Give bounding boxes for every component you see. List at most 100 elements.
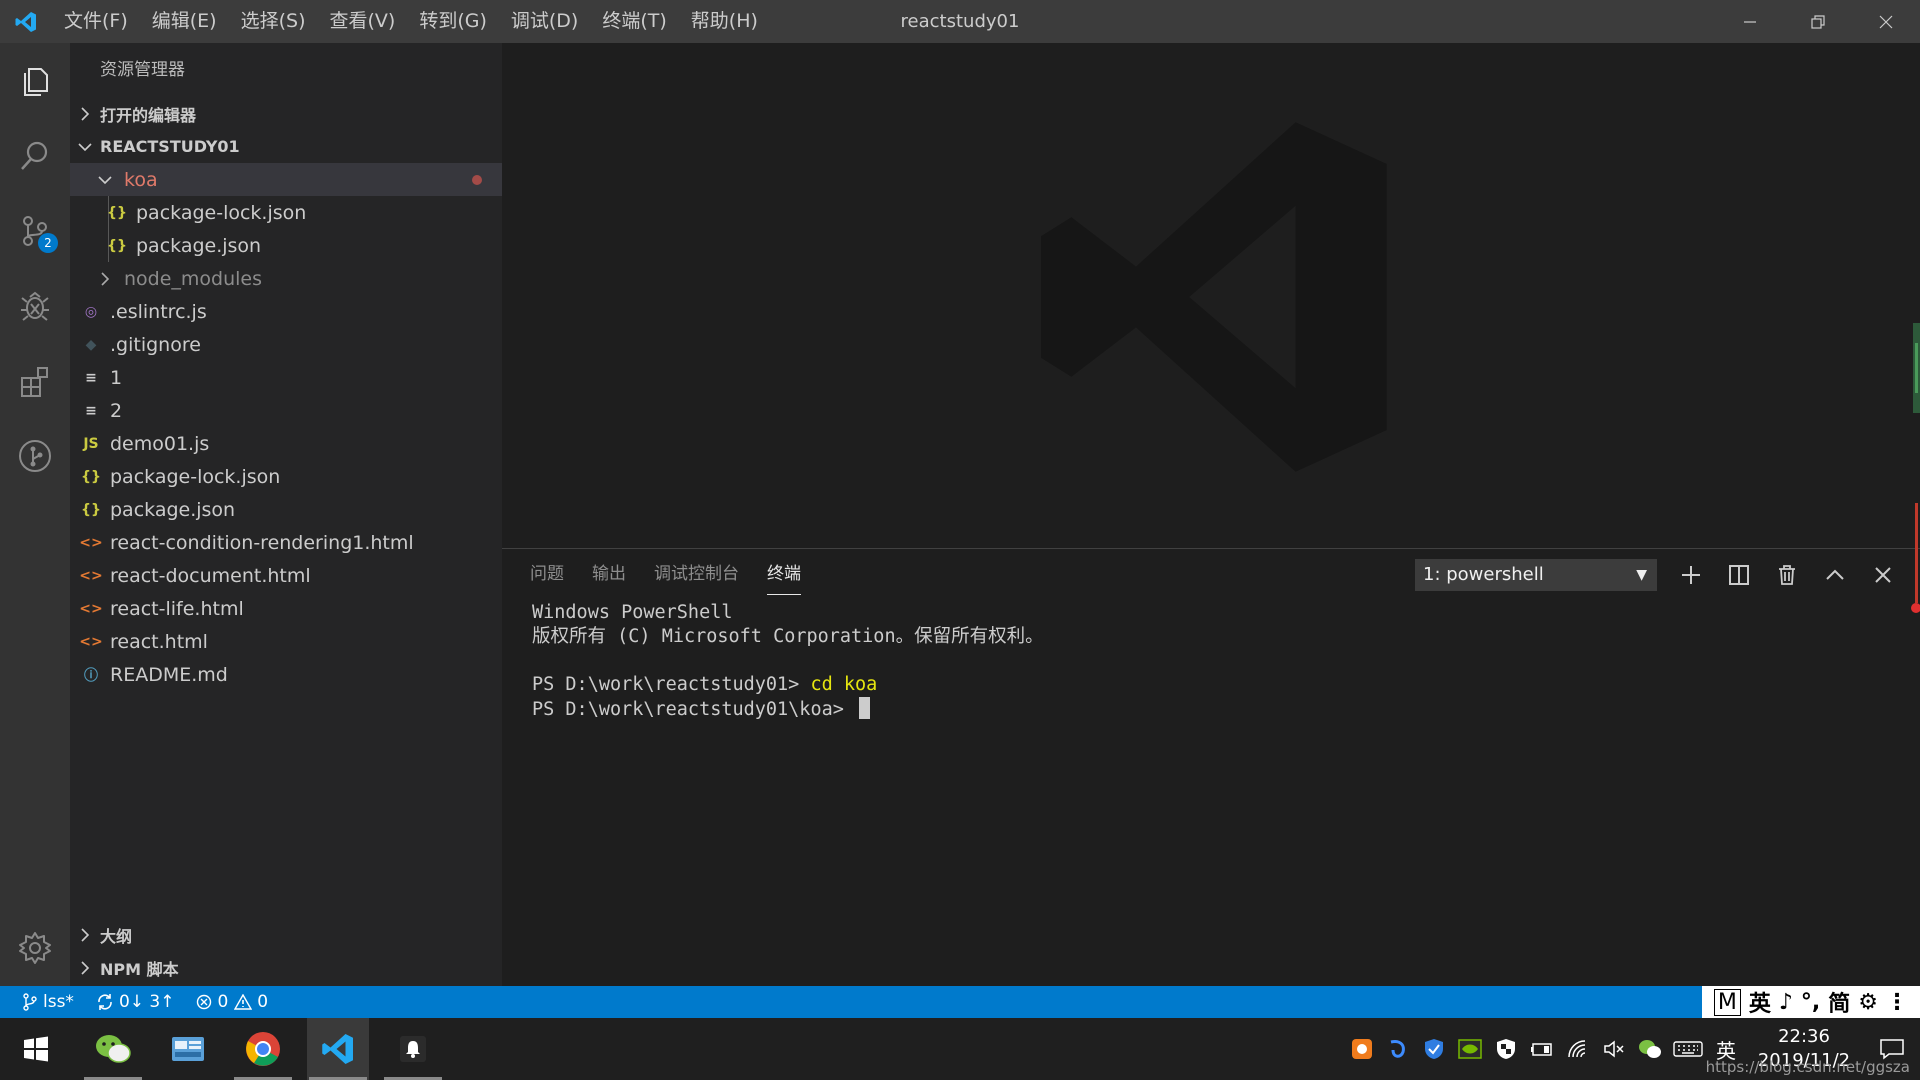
wifi-icon[interactable] bbox=[1560, 1029, 1596, 1069]
restore-button[interactable] bbox=[1784, 0, 1852, 43]
notification-icon bbox=[1880, 1039, 1904, 1060]
search-button[interactable] bbox=[0, 126, 70, 186]
ime-more[interactable]: ⋮ bbox=[1886, 990, 1908, 1015]
minimize-button[interactable] bbox=[1716, 0, 1784, 43]
tree-item-label: .gitignore bbox=[110, 333, 201, 356]
title-bar: 文件(F) 编辑(E) 选择(S) 查看(V) 转到(G) 调试(D) 终端(T… bbox=[0, 0, 1920, 43]
open-editors-section[interactable]: 打开的编辑器 bbox=[70, 97, 502, 130]
new-terminal-button[interactable] bbox=[1667, 557, 1715, 593]
ime-mode[interactable]: M bbox=[1713, 988, 1741, 1016]
keyboard-icon[interactable] bbox=[1668, 1029, 1708, 1069]
ime-lang[interactable]: 英 bbox=[1749, 986, 1771, 1018]
ime-width[interactable]: °, bbox=[1801, 990, 1820, 1015]
close-window-button[interactable] bbox=[1852, 0, 1920, 43]
tree-file[interactable]: <> react-life.html bbox=[70, 592, 502, 625]
close-panel-button[interactable] bbox=[1859, 557, 1907, 593]
menu-go[interactable]: 转到(G) bbox=[407, 0, 499, 43]
menu-file[interactable]: 文件(F) bbox=[52, 0, 140, 43]
files-icon bbox=[24, 68, 48, 96]
tray-app-orange-icon[interactable] bbox=[1344, 1029, 1380, 1069]
tree-file[interactable]: ◆ .gitignore bbox=[70, 328, 502, 361]
tree-file[interactable]: <> react-condition-rendering1.html bbox=[70, 526, 502, 559]
tray-shield-icon[interactable] bbox=[1416, 1029, 1452, 1069]
menu-selection[interactable]: 选择(S) bbox=[229, 0, 318, 43]
extensions-button[interactable] bbox=[0, 351, 70, 411]
taskbar-wechat[interactable] bbox=[82, 1018, 144, 1080]
volume-muted-icon[interactable] bbox=[1596, 1029, 1632, 1069]
tray-wechat-icon[interactable] bbox=[1632, 1029, 1668, 1069]
tree-file[interactable]: {} package-lock.json bbox=[70, 460, 502, 493]
tree-item-label: koa bbox=[124, 168, 158, 191]
minimize-icon bbox=[1744, 20, 1756, 23]
source-control-button[interactable]: 2 bbox=[0, 201, 70, 261]
menu-help[interactable]: 帮助(H) bbox=[679, 0, 770, 43]
ime-settings[interactable]: ⚙ bbox=[1858, 990, 1878, 1015]
tree-item-label: package-lock.json bbox=[136, 201, 307, 224]
taskbar-control-panel[interactable] bbox=[157, 1018, 219, 1080]
tree-item-label: 1 bbox=[110, 366, 123, 389]
chrome-icon bbox=[246, 1032, 280, 1066]
battery-icon[interactable] bbox=[1524, 1029, 1560, 1069]
terminal-line: PS D:\work\reactstudy01> cd koa bbox=[532, 673, 1044, 697]
tree-item-label: react.html bbox=[110, 630, 208, 653]
taskbar-chrome[interactable] bbox=[232, 1018, 294, 1080]
tree-file[interactable]: {} package.json bbox=[70, 493, 502, 526]
terminal-command: cd koa bbox=[810, 674, 878, 695]
npm-scripts-section[interactable]: NPM 脚本 bbox=[70, 951, 502, 984]
tray-nvidia-icon[interactable] bbox=[1452, 1029, 1488, 1069]
tree-file[interactable]: ◎ .eslintrc.js bbox=[70, 295, 502, 328]
explorer-button[interactable] bbox=[0, 51, 70, 111]
project-section[interactable]: REACTSTUDY01 bbox=[70, 130, 502, 163]
taskbar-vscode[interactable] bbox=[307, 1018, 369, 1080]
tree-file[interactable]: ≡ 1 bbox=[70, 361, 502, 394]
tree-folder[interactable]: koa bbox=[70, 163, 502, 196]
git-history-button[interactable] bbox=[0, 426, 70, 486]
js-icon: JS bbox=[83, 435, 99, 452]
menu-edit[interactable]: 编辑(E) bbox=[140, 0, 229, 43]
menu-terminal[interactable]: 终端(T) bbox=[590, 0, 678, 43]
sidebar-title: 资源管理器 bbox=[100, 60, 185, 80]
json-icon: {} bbox=[107, 204, 127, 221]
tab-terminal[interactable]: 终端 bbox=[767, 549, 801, 595]
menu-debug[interactable]: 调试(D) bbox=[499, 0, 590, 43]
problems-status[interactable]: 0 0 bbox=[196, 992, 268, 1012]
close-icon bbox=[1879, 15, 1893, 28]
chevron-right-icon bbox=[70, 106, 100, 121]
terminal-output[interactable]: Windows PowerShell 版权所有 (C) Microsoft Cor… bbox=[532, 601, 1044, 722]
tree-file[interactable]: <> react.html bbox=[70, 625, 502, 658]
ime-simplified[interactable]: 简 bbox=[1828, 986, 1850, 1018]
terminal-line: Windows PowerShell bbox=[532, 602, 733, 623]
chevron-right-icon bbox=[70, 960, 100, 975]
outline-section[interactable]: 大纲 bbox=[70, 918, 502, 951]
sync-status[interactable]: 0↓ 3↑ bbox=[96, 992, 174, 1012]
maximize-panel-button[interactable] bbox=[1811, 557, 1859, 593]
tab-output[interactable]: 输出 bbox=[592, 549, 626, 595]
tree-item-label: package.json bbox=[110, 498, 236, 521]
tree-folder[interactable]: node_modules bbox=[70, 262, 502, 295]
debug-button[interactable] bbox=[0, 276, 70, 336]
kill-terminal-button[interactable] bbox=[1763, 557, 1811, 593]
split-terminal-button[interactable] bbox=[1715, 557, 1763, 593]
menu-view[interactable]: 查看(V) bbox=[318, 0, 408, 43]
tray-app-blue-icon[interactable] bbox=[1380, 1029, 1416, 1069]
url-watermark: https://blog.csdn.net/ggsza bbox=[1705, 1058, 1910, 1076]
tab-problems[interactable]: 问题 bbox=[530, 549, 564, 595]
branch-status[interactable]: lss* bbox=[22, 992, 74, 1012]
tree-file[interactable]: ⓘ README.md bbox=[70, 658, 502, 691]
tree-file[interactable]: <> react-document.html bbox=[70, 559, 502, 592]
start-button[interactable] bbox=[5, 1018, 67, 1080]
window-controls bbox=[1716, 0, 1920, 43]
tab-debug-console[interactable]: 调试控制台 bbox=[654, 549, 739, 595]
terminal-select[interactable]: 1: powershell ▼ bbox=[1415, 559, 1657, 591]
tray-security-icon[interactable] bbox=[1488, 1029, 1524, 1069]
tree-file[interactable]: ≡ 2 bbox=[70, 394, 502, 427]
taskbar-notification-app[interactable] bbox=[382, 1018, 444, 1080]
ime-punct[interactable]: ♪ bbox=[1779, 990, 1793, 1015]
settings-button[interactable] bbox=[0, 918, 70, 978]
chevron-right-icon bbox=[70, 927, 100, 942]
sync-icon bbox=[98, 994, 112, 1010]
tree-file[interactable]: {} package-lock.json bbox=[70, 196, 502, 229]
tree-file[interactable]: JS demo01.js bbox=[70, 427, 502, 460]
tree-file[interactable]: {} package.json bbox=[70, 229, 502, 262]
